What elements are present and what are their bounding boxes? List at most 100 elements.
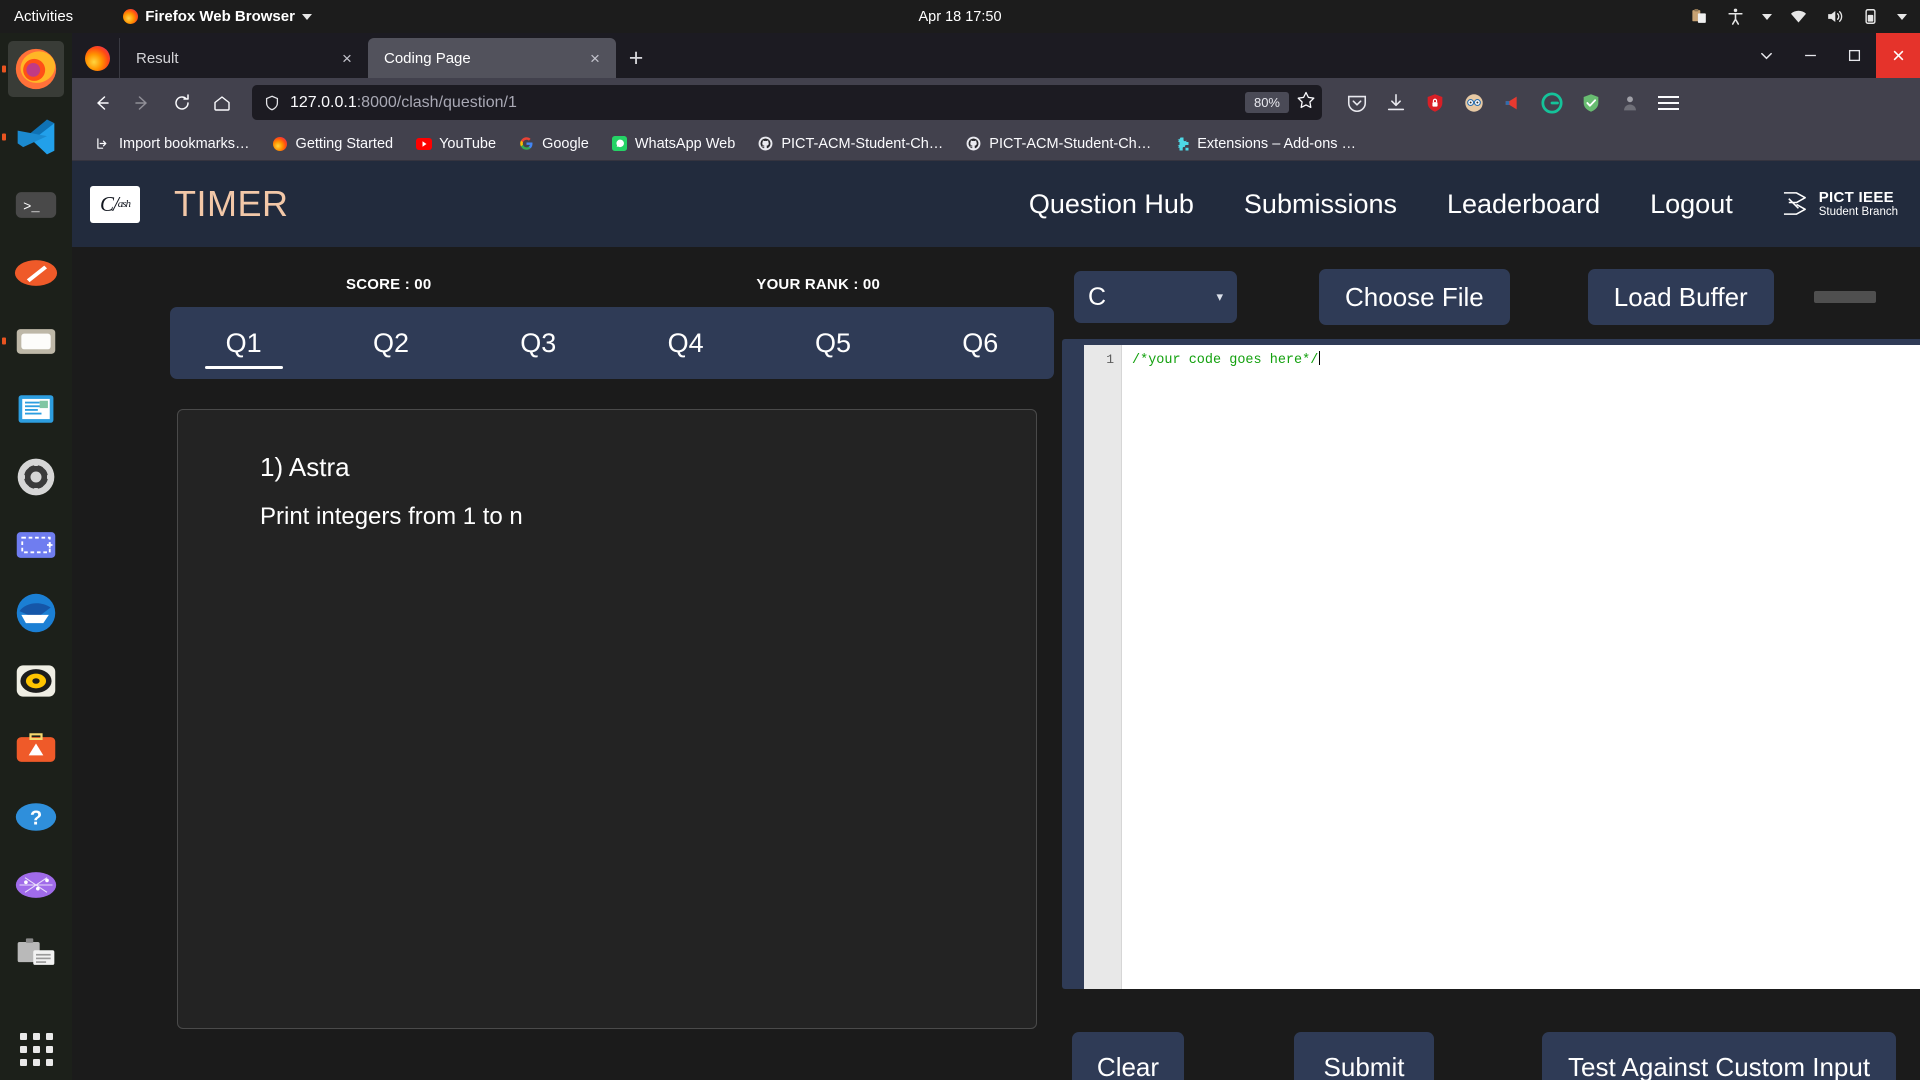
battery-icon [1865,9,1876,24]
bookmark-youtube[interactable]: YouTube [404,130,507,158]
submit-button[interactable]: Submit [1294,1032,1434,1080]
pocket-icon[interactable] [1346,92,1368,114]
dock-item-libreoffice-writer[interactable] [8,381,64,437]
close-icon[interactable]: × [336,50,358,67]
adguard-icon[interactable] [1580,92,1602,114]
code-text-area[interactable]: /*your code goes here*/ [1122,345,1920,989]
grammarly-icon[interactable] [1541,91,1563,114]
test-custom-input-button[interactable]: Test Against Custom Input [1542,1032,1897,1080]
url-host: 127.0.0.1 [290,93,357,111]
toolbar-slider-handle[interactable] [1813,291,1876,303]
dock-item-rhythmbox[interactable] [8,653,64,709]
forward-button[interactable] [122,86,162,120]
remmina-icon [15,872,57,898]
app-menu-button[interactable]: Firefox Web Browser [123,8,312,25]
account-icon[interactable] [1619,92,1641,114]
glasses-icon[interactable] [1463,92,1485,114]
question-description: Print integers from 1 to n [260,503,523,530]
dock-item-thunderbird[interactable] [8,585,64,641]
nav-link-leaderboard[interactable]: Leaderboard [1447,189,1600,220]
browser-tab-coding-page[interactable]: Coding Page × [368,38,616,78]
svg-text:?: ? [30,807,42,829]
dock-item-terminal[interactable]: >_ [8,177,64,233]
new-tab-button[interactable]: + [616,38,656,78]
code-editor[interactable]: 1 /*your code goes here*/ [1084,345,1920,989]
activities-button[interactable]: Activities [14,8,73,25]
clash-logo[interactable]: C/ash [90,185,140,223]
show-applications-button[interactable] [19,1033,53,1066]
gear-icon [17,458,55,496]
reload-button[interactable] [162,86,202,120]
nav-link-logout[interactable]: Logout [1650,189,1733,220]
bookmark-extensions-addons[interactable]: Extensions – Add-ons … [1162,130,1367,158]
dock-item-vscode[interactable] [2,109,64,165]
app-navbar: C/ash TIMER Question Hub Submissions Lea… [72,161,1920,247]
screenshot-icon [16,532,56,558]
bookmark-getting-started[interactable]: Getting Started [261,130,405,158]
clear-button[interactable]: Clear [1072,1032,1184,1080]
nav-link-submissions[interactable]: Submissions [1244,189,1397,220]
question-tab-q5[interactable]: Q5 [759,307,906,379]
maximize-icon [1848,49,1860,62]
dock-item-screenshot[interactable] [8,517,64,573]
editor-pane: C ▾ Choose File Load Buffer 1 /*your cod… [1054,247,1920,1080]
bookmark-label: PICT-ACM-Student-Ch… [781,135,944,152]
chevron-down-icon[interactable] [1897,13,1907,20]
clock[interactable]: Apr 18 17:50 [918,9,1001,25]
question-tab-q3[interactable]: Q3 [465,307,612,379]
address-bar[interactable]: 127.0.0.1:8000/clash/question/1 80% [82,85,1920,1080]
dock-item-ubuntu-software[interactable] [8,721,64,777]
list-all-tabs-button[interactable] [1744,33,1788,78]
tracking-protection-icon[interactable] [263,94,281,112]
nav-link-question-hub[interactable]: Question Hub [1029,189,1194,220]
url-text: 127.0.0.1:8000/clash/question/1 [290,94,1245,112]
question-tab-q4[interactable]: Q4 [612,307,759,379]
dock-item-help[interactable]: ? [8,789,64,845]
clipboard-icon [1692,8,1706,23]
dock-item-remmina[interactable] [8,857,64,913]
load-buffer-button[interactable]: Load Buffer [1587,269,1774,325]
bookmark-pict-acm-2[interactable]: PICT-ACM-Student-Ch… [954,130,1162,158]
close-icon[interactable]: × [584,50,606,67]
question-tab-q1[interactable]: Q1 [170,307,317,379]
dock-item-firefox[interactable] [2,41,64,97]
chevron-down-icon [301,13,312,20]
language-select[interactable]: C ▾ [1074,271,1237,323]
question-title: 1) Astra [260,452,350,482]
dock-item-files[interactable] [2,313,64,369]
browser-tab-result[interactable]: Result × [120,38,368,78]
home-button[interactable] [202,86,242,120]
download-icon[interactable] [1385,92,1407,114]
system-tray[interactable] [1690,7,1907,26]
dock-item-text-editor[interactable] [8,245,64,301]
firefox-window: Result × Coding Page × + 127.0.0.1:8000/… [72,33,1920,1080]
privacy-badger-icon[interactable] [1424,92,1446,114]
question-tab-q2[interactable]: Q2 [317,307,464,379]
volume-icon [1828,10,1843,23]
choose-file-button[interactable]: Choose File [1319,269,1510,325]
running-indicator [2,65,6,73]
megaphone-icon[interactable] [1502,92,1524,114]
github-icon [757,135,774,152]
running-indicator [2,337,6,345]
import-icon [95,135,112,152]
bookmark-label: YouTube [439,135,497,152]
reload-icon [175,93,189,110]
dock-item-settings[interactable] [8,449,64,505]
minimize-button[interactable] [1788,33,1832,78]
bookmark-whatsapp-web[interactable]: WhatsApp Web [600,130,746,158]
dock-item-clipboard-manager[interactable] [8,925,64,981]
maximize-button[interactable] [1832,33,1876,78]
bookmark-google[interactable]: Google [507,130,600,158]
close-window-button[interactable] [1876,33,1920,78]
window-controls [1744,33,1920,78]
back-button[interactable] [82,86,122,120]
application-menu-button[interactable] [1658,95,1679,110]
question-tab-q6[interactable]: Q6 [907,307,1054,379]
close-icon [1893,50,1903,61]
bookmark-star-icon[interactable] [1296,90,1316,115]
zoom-level-indicator[interactable]: 80% [1244,92,1289,113]
bookmark-import[interactable]: Import bookmarks… [84,130,261,158]
bookmark-pict-acm-1[interactable]: PICT-ACM-Student-Ch… [746,130,954,158]
app-menu-label: Firefox Web Browser [145,8,295,25]
